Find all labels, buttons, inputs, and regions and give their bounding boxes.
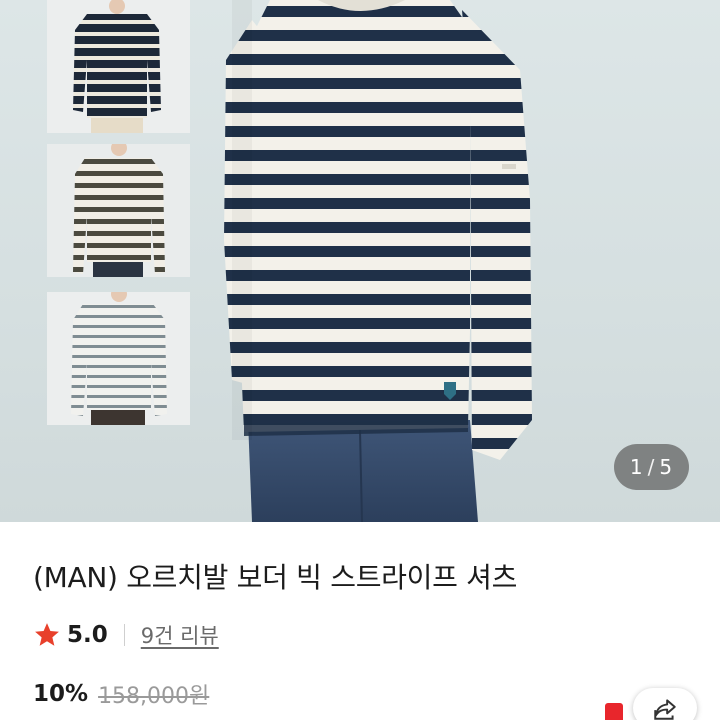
rating-divider xyxy=(123,624,125,646)
original-price: 158,000원 xyxy=(98,684,210,709)
page-separator: / xyxy=(647,455,656,479)
red-floating-tab[interactable] xyxy=(605,703,623,720)
price-row: 10% 158,000원 xyxy=(33,677,209,711)
share-button[interactable] xyxy=(633,688,697,720)
page-total: 5 xyxy=(659,455,674,479)
thumbnail-navy[interactable] xyxy=(47,0,190,133)
review-count-link[interactable]: 9건 리뷰 xyxy=(141,620,219,650)
product-image-carousel[interactable]: 1 / 5 xyxy=(0,0,720,522)
discount-rate: 10% xyxy=(33,681,89,707)
share-icon xyxy=(654,699,676,720)
rating-value: 5.0 xyxy=(67,622,108,648)
rating-row: 5.0 9건 리뷰 xyxy=(33,619,219,651)
thumbnail-grey[interactable] xyxy=(47,292,190,425)
star-icon xyxy=(35,623,59,646)
page-current: 1 xyxy=(629,455,644,479)
image-page-indicator: 1 / 5 xyxy=(614,444,689,490)
product-title: (MAN) 오르치발 보더 빅 스트라이프 셔츠 xyxy=(33,561,518,594)
thumbnail-olive[interactable] xyxy=(47,144,190,277)
